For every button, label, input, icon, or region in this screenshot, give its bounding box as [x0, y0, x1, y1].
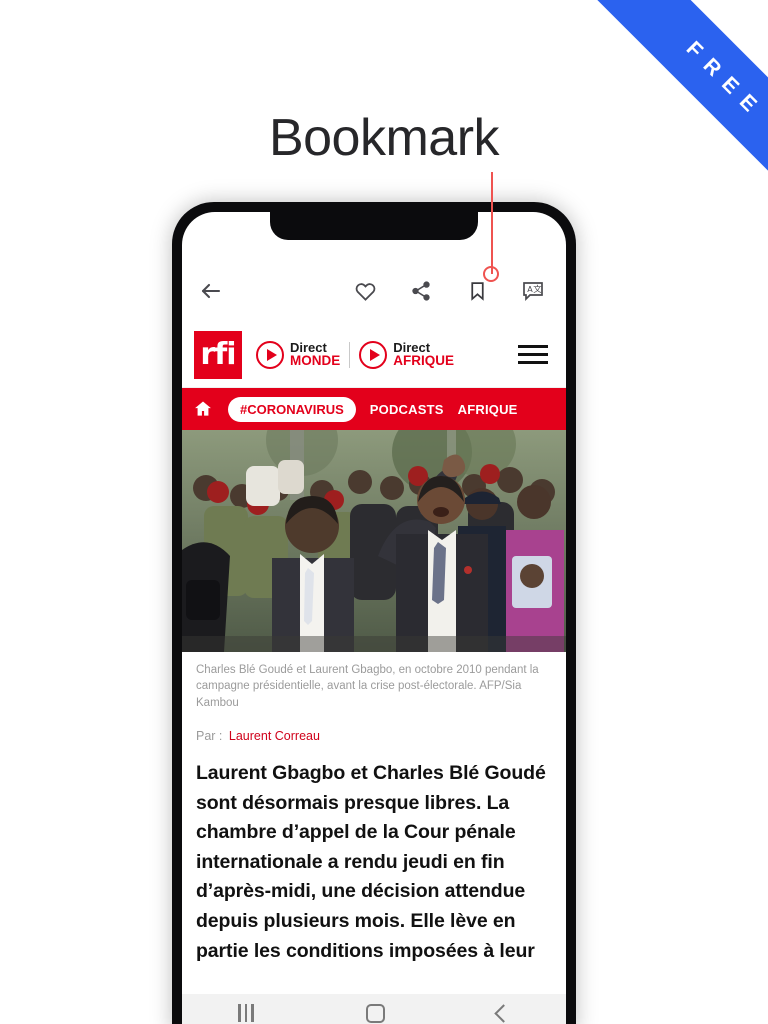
byline-author[interactable]: Laurent Correau	[229, 729, 320, 743]
back-arrow-icon[interactable]	[196, 276, 226, 306]
page-title: Bookmark	[268, 109, 500, 167]
recents-button[interactable]	[238, 1004, 254, 1022]
annotation-dot	[483, 266, 499, 282]
phone-mockup: A 文 rfi Direct MONDE Direct AFRIQUE #COR…	[172, 202, 576, 1024]
rfi-logo-text: rfi	[200, 336, 236, 372]
byline: Par : Laurent Correau	[196, 729, 552, 743]
back-button[interactable]	[494, 1003, 513, 1023]
live-monde-line2: MONDE	[290, 353, 341, 369]
nav-item-afrique[interactable]: AFRIQUE	[458, 402, 518, 417]
android-navigation-bar	[182, 994, 566, 1024]
share-icon[interactable]	[406, 276, 436, 306]
app-toolbar: A 文	[182, 260, 566, 322]
home-button[interactable]	[365, 1003, 385, 1023]
byline-prefix: Par :	[196, 728, 223, 743]
phone-notch	[270, 212, 478, 240]
play-icon	[359, 340, 388, 369]
annotation-line	[491, 172, 493, 274]
live-afrique-line1: Direct	[393, 339, 431, 355]
article-lead: Laurent Gbagbo et Charles Blé Goudé sont…	[196, 761, 546, 962]
nav-item-podcasts[interactable]: PODCASTS	[370, 402, 444, 417]
svg-text:文: 文	[533, 284, 542, 294]
live-afrique-button[interactable]: Direct AFRIQUE	[359, 339, 454, 369]
hamburger-menu-icon[interactable]	[518, 345, 554, 364]
live-monde-line1: Direct	[290, 339, 327, 355]
header-divider	[349, 341, 351, 368]
live-afrique-line2: AFRIQUE	[393, 353, 454, 369]
article-photo	[182, 430, 566, 652]
photo-caption: Charles Blé Goudé et Laurent Gbagbo, en …	[196, 664, 539, 709]
rfi-logo[interactable]: rfi	[194, 330, 242, 379]
favorite-icon[interactable]	[350, 276, 380, 306]
nav-item-coronavirus[interactable]: #CORONAVIRUS	[228, 396, 356, 422]
translate-icon[interactable]: A 文	[518, 276, 548, 306]
live-monde-button[interactable]: Direct MONDE	[256, 339, 341, 369]
phone-screen: A 文 rfi Direct MONDE Direct AFRIQUE #COR…	[182, 212, 566, 1024]
home-icon[interactable]	[192, 399, 214, 419]
category-nav: #CORONAVIRUS PODCASTS AFRIQUE	[182, 388, 566, 430]
article-body: Charles Blé Goudé et Laurent Gbagbo, en …	[182, 652, 566, 967]
play-icon	[256, 340, 284, 369]
promo-screenshot: FREE Bookmark A 文 rfi Direct MONDE Direc…	[0, 0, 768, 1024]
site-header: rfi Direct MONDE Direct AFRIQUE	[182, 322, 566, 388]
